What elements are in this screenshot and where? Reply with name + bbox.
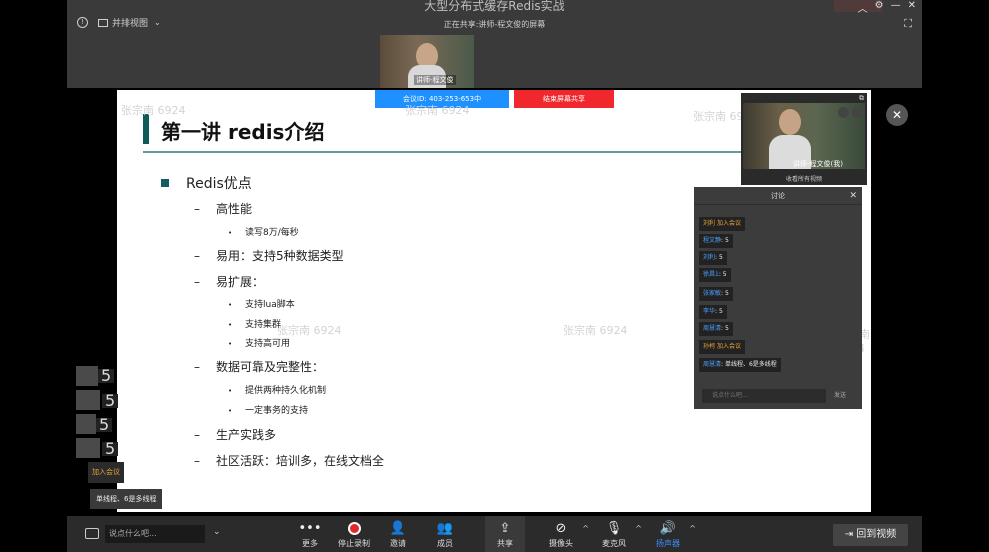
members-button[interactable]: 👥 成员 xyxy=(425,520,465,549)
invite-button[interactable]: 👤 邀请 xyxy=(378,520,418,549)
presenter-name-label: 讲师-程文俊 xyxy=(414,75,456,85)
popout-icon[interactable]: ⧉ xyxy=(859,94,864,103)
overlay-chat-message: 单线程、6是多线程 xyxy=(90,489,163,509)
sub-bullet-item: • 读写8万/每秒 xyxy=(228,228,299,238)
more-icon: ••• xyxy=(298,521,322,536)
title-underline xyxy=(143,151,768,153)
record-icon xyxy=(334,520,374,538)
blurred-region xyxy=(76,390,100,410)
chat-message: 徐昌1: 5 xyxy=(699,268,731,282)
more-button[interactable]: ••• 更多 xyxy=(290,520,330,549)
watermark: 张宗南 6924 xyxy=(405,104,470,117)
camera-status-icon[interactable] xyxy=(838,107,849,118)
fullscreen-icon[interactable]: ⛶ xyxy=(904,17,912,31)
bullet-item: – 易扩展： xyxy=(194,275,265,289)
quick-chat-input[interactable]: 说点什么吧... xyxy=(105,525,205,543)
bullet-item: – 高性能 xyxy=(194,202,253,216)
blurred-region xyxy=(76,414,96,434)
slide-title: 第一讲 redis介绍 xyxy=(161,120,325,144)
collapse-icon[interactable]: ︿ xyxy=(858,0,868,15)
sub-bullet-item: • 支持lua脚本 xyxy=(228,300,295,310)
close-window-icon[interactable]: ✕ xyxy=(908,0,916,15)
view-all-videos-link[interactable]: 收看所有视频 xyxy=(741,174,867,183)
meeting-window-header: 大型分布式缓存Redis实战 ! 并排视图 ⌄ 正在共享:讲师-程文俊的屏幕 ︿… xyxy=(67,0,922,88)
speaker-button[interactable]: 🔊 扬声器 ^ xyxy=(648,520,696,549)
mic-button[interactable]: 🎙 麦克风 ^ xyxy=(594,520,642,549)
overlay-chat-value: 5 xyxy=(96,417,113,433)
chat-icon[interactable] xyxy=(85,528,99,539)
chat-message: 刘利: 5 xyxy=(699,251,727,265)
overlay-join-message: 加入会议 xyxy=(88,462,124,483)
share-icon: ⇪ xyxy=(499,521,511,536)
chevron-down-icon[interactable]: ⌄ xyxy=(213,527,221,537)
chat-message: 周慧清: 单线程、6是多线程 xyxy=(699,358,781,372)
title-accent-bar xyxy=(143,114,149,144)
window-controls: ︿ ⚙ — ✕ xyxy=(858,0,916,15)
bullet-item: – 数据可靠及完整性： xyxy=(194,360,325,374)
end-share-button[interactable]: 结束屏幕共享 xyxy=(514,90,614,108)
sub-bullet-item: • 支持集群 xyxy=(228,320,282,330)
self-name-label: 讲师-程文俊(我) xyxy=(793,160,843,168)
chevron-up-icon[interactable]: ^ xyxy=(689,524,696,533)
send-button[interactable]: 发送 xyxy=(834,389,846,403)
sub-bullet-item: • 一定事务的支持 xyxy=(228,406,309,416)
camera-button[interactable]: ⊘ 摄像头 ^ xyxy=(541,520,589,549)
sharing-status: 正在共享:讲师-程文俊的屏幕 xyxy=(443,20,546,29)
mic-off-icon: 🎙 xyxy=(605,521,623,536)
chat-message: 程文静: 5 xyxy=(699,234,733,248)
camera-off-icon: ⊘ xyxy=(555,521,567,536)
chat-input[interactable]: 说点什么吧... xyxy=(702,389,826,403)
self-face xyxy=(779,109,801,135)
overlay-chat-value: 5 xyxy=(102,393,119,409)
chevron-up-icon[interactable]: ^ xyxy=(635,524,642,533)
discussion-panel: 讨论 ✕ 刘利 加入会议 程文静: 5 刘利: 5 徐昌1: 5 张家敏: 5 … xyxy=(694,187,862,409)
stop-record-button[interactable]: 停止录制 xyxy=(334,520,374,549)
presenter-video-thumbnail[interactable]: 讲师-程文俊 xyxy=(380,35,474,88)
watermark: 张宗南 6924 xyxy=(121,104,186,117)
sub-bullet-item: • 提供两种持久化机制 xyxy=(228,386,327,396)
discussion-title: 讨论 xyxy=(771,192,785,200)
bullet-item: – 社区活跃：培训多，在线文档全 xyxy=(194,454,385,468)
chat-message: 孙柯 加入会议 xyxy=(699,340,745,354)
window-title: 大型分布式缓存Redis实战 xyxy=(424,0,565,13)
mic-status-icon[interactable] xyxy=(852,107,863,118)
overlay-chat-value: 5 xyxy=(102,441,119,457)
bullet-heading: Redis优点 xyxy=(161,173,252,193)
return-to-video-button[interactable]: ⇥ 回到视频 xyxy=(833,524,908,546)
sub-bullet-item: • 支持高可用 xyxy=(228,339,291,349)
speaker-icon: 🔊 xyxy=(659,521,677,536)
bullet-item: – 易用：支持5种数据类型 xyxy=(194,249,344,263)
discussion-header: 讨论 ✕ xyxy=(694,187,862,205)
close-share-icon[interactable]: ✕ xyxy=(886,104,908,126)
minimize-icon[interactable]: — xyxy=(891,0,901,15)
settings-icon[interactable]: ⚙ xyxy=(875,0,884,15)
blurred-region xyxy=(76,438,100,458)
close-discussion-icon[interactable]: ✕ xyxy=(849,187,857,205)
add-user-icon: 👤 xyxy=(389,521,407,536)
square-bullet-icon xyxy=(161,179,169,187)
watermark: 张宗南 6924 xyxy=(563,324,628,337)
blurred-region xyxy=(76,366,98,386)
chat-message: 刘利 加入会议 xyxy=(699,217,745,231)
chat-message: 周慧清: 5 xyxy=(699,322,733,336)
chat-message: 李华: 5 xyxy=(699,305,727,319)
chat-message: 张家敏: 5 xyxy=(699,287,733,301)
overlay-chat-value: 5 xyxy=(98,368,115,384)
exit-icon: ⇥ xyxy=(844,529,857,540)
share-button[interactable]: ⇪ 共享 xyxy=(485,520,525,549)
chevron-up-icon[interactable]: ^ xyxy=(582,524,589,533)
self-video-tile[interactable]: ⧉ 讲师-程文俊(我) 收看所有视频 xyxy=(741,93,867,185)
members-icon: 👥 xyxy=(436,521,454,536)
meeting-toolbar: 说点什么吧... ⌄ ••• 更多 停止录制 👤 邀请 👥 成员 ⇪ 共享 ⊘ … xyxy=(67,516,922,552)
self-video-icons xyxy=(838,107,863,118)
bullet-item: – 生产实践多 xyxy=(194,428,277,442)
